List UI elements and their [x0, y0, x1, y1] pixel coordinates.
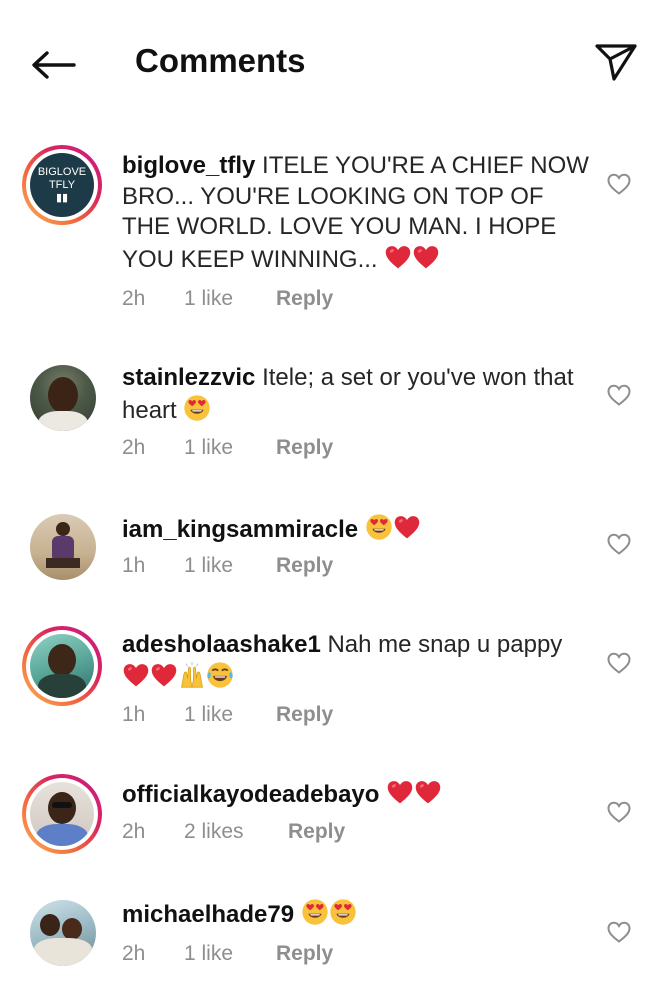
comment-meta: 2h 2 likes Reply [122, 820, 345, 844]
comment-meta: 1h 1 like Reply [122, 703, 333, 727]
page-title: Comments [135, 42, 306, 79]
top-bar: Comments [0, 0, 672, 120]
comment-meta: 2h 1 like Reply [122, 436, 333, 460]
comment-likes[interactable]: 1 like [184, 942, 276, 966]
like-heart-icon[interactable] [606, 650, 632, 676]
comment-body: iam_kingsammiracle [122, 513, 592, 546]
comment-text: Nah me snap u pappy [327, 631, 563, 658]
comment-item: adesholaashake1 Nah me snap u pappy 1h 1… [0, 624, 672, 744]
avatar[interactable] [30, 514, 96, 580]
back-button[interactable] [28, 40, 78, 90]
comment-time: 2h [122, 436, 146, 459]
raised-hands-emoji [178, 661, 206, 689]
red-heart-emoji [414, 778, 442, 806]
reply-button[interactable]: Reply [276, 436, 333, 460]
share-button[interactable] [592, 38, 640, 86]
comment-item: iam_kingsammiracle 1h 1 like Reply [0, 508, 672, 598]
avatar[interactable] [22, 626, 102, 706]
comment-username[interactable]: adesholaashake1 [122, 631, 321, 658]
comment-meta: 1h 1 like Reply [122, 554, 333, 578]
avatar[interactable] [22, 774, 102, 854]
comment-body: adesholaashake1 Nah me snap u pappy [122, 630, 592, 693]
heart-eyes-emoji [329, 898, 357, 926]
comment-body: stainlezzvic Itele; a set or you've won … [122, 363, 592, 426]
comment-item: stainlezzvic Itele; a set or you've won … [0, 358, 672, 478]
avatar-logo-text: TFLY [48, 178, 76, 191]
avatar-logo-text: BIGLOVE [37, 165, 87, 178]
red-heart-emoji [384, 243, 412, 271]
comment-meta: 2h 1 like Reply [122, 287, 333, 311]
comment-body: officialkayodeadebayo [122, 778, 592, 811]
comment-time: 2h [122, 942, 146, 965]
red-heart-emoji [386, 778, 414, 806]
comment-body: michaelhade79 [122, 898, 592, 931]
tears-of-joy-emoji [206, 661, 234, 689]
heart-eyes-emoji [365, 513, 393, 541]
avatar[interactable]: BIGLOVE TFLY ▮▮ [22, 145, 102, 225]
comment-time: 1h [122, 703, 146, 726]
like-heart-icon[interactable] [606, 799, 632, 825]
red-heart-emoji [412, 243, 440, 271]
red-heart-emoji [122, 661, 150, 689]
heart-eyes-emoji [301, 898, 329, 926]
comment-item: BIGLOVE TFLY ▮▮ biglove_tfly ITELE YOU'R… [0, 140, 672, 330]
reply-button[interactable]: Reply [276, 703, 333, 727]
comment-meta: 2h 1 like Reply [122, 942, 333, 966]
reply-button[interactable]: Reply [276, 554, 333, 578]
comment-username[interactable]: biglove_tfly [122, 152, 255, 179]
comment-likes[interactable]: 2 likes [184, 820, 288, 844]
comment-likes[interactable]: 1 like [184, 554, 276, 578]
like-heart-icon[interactable] [606, 919, 632, 945]
comment-body: biglove_tfly ITELE YOU'RE A CHIEF NOW BR… [122, 151, 592, 275]
like-heart-icon[interactable] [606, 382, 632, 408]
arrow-left-icon [32, 51, 76, 79]
red-heart-emoji [150, 661, 178, 689]
red-heart-emoji [393, 513, 421, 541]
comment-time: 2h [122, 820, 146, 843]
reply-button[interactable]: Reply [276, 942, 333, 966]
comment-username[interactable]: michaelhade79 [122, 901, 294, 928]
like-heart-icon[interactable] [606, 171, 632, 197]
reply-button[interactable]: Reply [288, 820, 345, 844]
comment-likes[interactable]: 1 like [184, 287, 276, 311]
avatar[interactable] [30, 365, 96, 431]
comment-item: officialkayodeadebayo 2h 2 likes Reply [0, 772, 672, 862]
avatar[interactable] [30, 900, 96, 966]
comment-username[interactable]: iam_kingsammiracle [122, 516, 358, 543]
comment-item: michaelhade79 2h 1 like Reply [0, 892, 672, 982]
heart-eyes-emoji [183, 394, 211, 422]
comment-username[interactable]: officialkayodeadebayo [122, 781, 379, 808]
comment-username[interactable]: stainlezzvic [122, 364, 255, 391]
comment-time: 2h [122, 287, 146, 310]
like-heart-icon[interactable] [606, 531, 632, 557]
reply-button[interactable]: Reply [276, 287, 333, 311]
comment-likes[interactable]: 1 like [184, 436, 276, 460]
avatar-logo-icons: ▮▮ [55, 191, 69, 204]
paper-plane-icon [595, 44, 637, 81]
comment-likes[interactable]: 1 like [184, 703, 276, 727]
comment-time: 1h [122, 554, 146, 577]
